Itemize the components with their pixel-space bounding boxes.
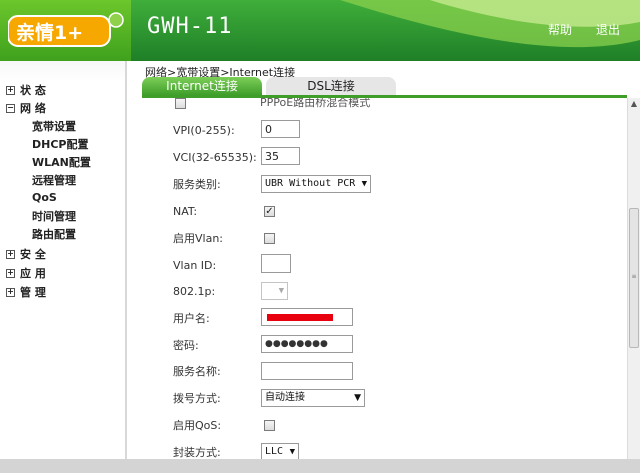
- password-mask: ●●●●●●●●: [265, 339, 328, 349]
- sidebar-subitem-dhcp[interactable]: DHCP配置: [32, 136, 88, 151]
- grip-icon: ≡: [631, 273, 637, 280]
- username-label: 用户名:: [173, 312, 210, 325]
- scrollbar-thumb[interactable]: ≡: [629, 208, 639, 348]
- vpi-label: VPI(0-255):: [173, 124, 235, 137]
- encapsulation-select[interactable]: LLC ▼: [261, 443, 299, 459]
- scroll-up-arrow-icon[interactable]: ▲: [628, 98, 640, 110]
- enable-vlan-checkbox[interactable]: [264, 233, 275, 244]
- password-input[interactable]: ●●●●●●●●: [261, 335, 353, 353]
- logo-text: 亲情1+: [16, 21, 83, 44]
- redacted-username-mark: [267, 314, 333, 321]
- pppoe-bridge-checkbox[interactable]: [175, 98, 186, 109]
- nat-checkbox[interactable]: ✓: [264, 206, 275, 217]
- brand-logo: 亲情1+: [8, 12, 124, 47]
- dot1p-label: 802.1p:: [173, 285, 216, 298]
- username-input[interactable]: [261, 308, 353, 326]
- sidebar-subitem-routing[interactable]: 路由配置: [32, 226, 76, 241]
- sidebar-item-applications[interactable]: + 应 用: [6, 265, 46, 281]
- expand-icon[interactable]: +: [6, 249, 15, 259]
- service-type-label: 服务类别:: [173, 178, 221, 191]
- sidebar-divider: [125, 61, 127, 459]
- sidebar-item-status[interactable]: + 状 态: [6, 82, 46, 98]
- header-decoration: [340, 0, 640, 48]
- service-type-select[interactable]: UBR Without PCR ▼: [261, 175, 371, 193]
- dial-mode-value: 自动连接: [265, 392, 305, 403]
- dropdown-arrow-icon: ▼: [289, 447, 295, 457]
- sidebar-item-label: 网 络: [20, 102, 46, 115]
- tab-internet-connection[interactable]: Internet连接: [142, 77, 262, 95]
- vpi-input[interactable]: [261, 120, 300, 138]
- router-admin-page: 亲情1+ GWH-11 帮助 退出 + 状 态 − 网 络 宽带设置 DHCP配…: [0, 0, 640, 473]
- bottom-bar: [0, 459, 640, 473]
- vci-input[interactable]: [261, 147, 300, 165]
- sidebar-item-security[interactable]: + 安 全: [6, 246, 46, 262]
- sidebar: + 状 态 − 网 络 宽带设置 DHCP配置 WLAN配置 远程管理 QoS …: [0, 61, 127, 459]
- connection-form: PPPoE路由桥混合模式 VPI(0-255): VCI(32-65535): …: [128, 98, 627, 459]
- main-content: 网络>宽带设置>Internet连接 Internet连接 DSL连接 PPPo…: [128, 61, 627, 459]
- device-model-title: GWH-11: [147, 14, 233, 39]
- sidebar-subitem-time[interactable]: 时间管理: [32, 208, 76, 223]
- logout-link[interactable]: 退出: [596, 21, 620, 38]
- dot1p-select[interactable]: ▼: [261, 282, 288, 300]
- dial-mode-select[interactable]: 自动连接 ▼: [261, 389, 365, 407]
- dial-mode-label: 拨号方式:: [173, 392, 221, 405]
- vlan-id-input[interactable]: [261, 254, 291, 273]
- encapsulation-value: LLC: [265, 446, 284, 457]
- header: 亲情1+ GWH-11 帮助 退出: [0, 0, 640, 61]
- sidebar-item-label: 应 用: [20, 267, 46, 280]
- collapse-icon[interactable]: −: [6, 103, 15, 113]
- service-name-input[interactable]: [261, 362, 353, 380]
- enable-vlan-label: 启用Vlan:: [173, 232, 223, 245]
- sidebar-subitem-broadband[interactable]: 宽带设置: [32, 118, 76, 133]
- enable-qos-label: 启用QoS:: [173, 419, 222, 432]
- sidebar-item-network[interactable]: − 网 络: [6, 100, 46, 116]
- sidebar-item-label: 管 理: [20, 286, 46, 299]
- expand-icon[interactable]: +: [6, 287, 15, 297]
- expand-icon[interactable]: +: [6, 268, 15, 278]
- enable-qos-checkbox[interactable]: [264, 420, 275, 431]
- vertical-scrollbar[interactable]: ▲ ≡: [627, 98, 640, 459]
- logo-area: 亲情1+: [0, 0, 131, 61]
- pppoe-bridge-label: PPPoE路由桥混合模式: [260, 98, 371, 109]
- sidebar-subitem-wlan[interactable]: WLAN配置: [32, 154, 91, 169]
- sidebar-item-label: 安 全: [20, 248, 46, 261]
- encapsulation-label: 封装方式:: [173, 446, 221, 459]
- nat-label: NAT:: [173, 205, 198, 218]
- service-type-value: UBR Without PCR: [265, 178, 356, 189]
- sidebar-item-management[interactable]: + 管 理: [6, 284, 46, 300]
- sidebar-subitem-remote[interactable]: 远程管理: [32, 172, 76, 187]
- help-link[interactable]: 帮助: [548, 21, 572, 38]
- sidebar-subitem-qos[interactable]: QoS: [32, 190, 57, 205]
- vlan-id-label: Vlan ID:: [173, 259, 217, 272]
- tab-dsl-connection[interactable]: DSL连接: [266, 77, 396, 95]
- dropdown-arrow-icon: ▼: [354, 393, 361, 403]
- service-name-label: 服务名称:: [173, 365, 221, 378]
- dropdown-arrow-icon: ▼: [361, 179, 367, 189]
- expand-icon[interactable]: +: [6, 85, 15, 95]
- dropdown-arrow-icon: ▼: [278, 286, 284, 296]
- password-label: 密码:: [173, 339, 199, 352]
- sidebar-top-shade: [0, 61, 127, 81]
- vci-label: VCI(32-65535):: [173, 151, 257, 164]
- sidebar-item-label: 状 态: [20, 84, 46, 97]
